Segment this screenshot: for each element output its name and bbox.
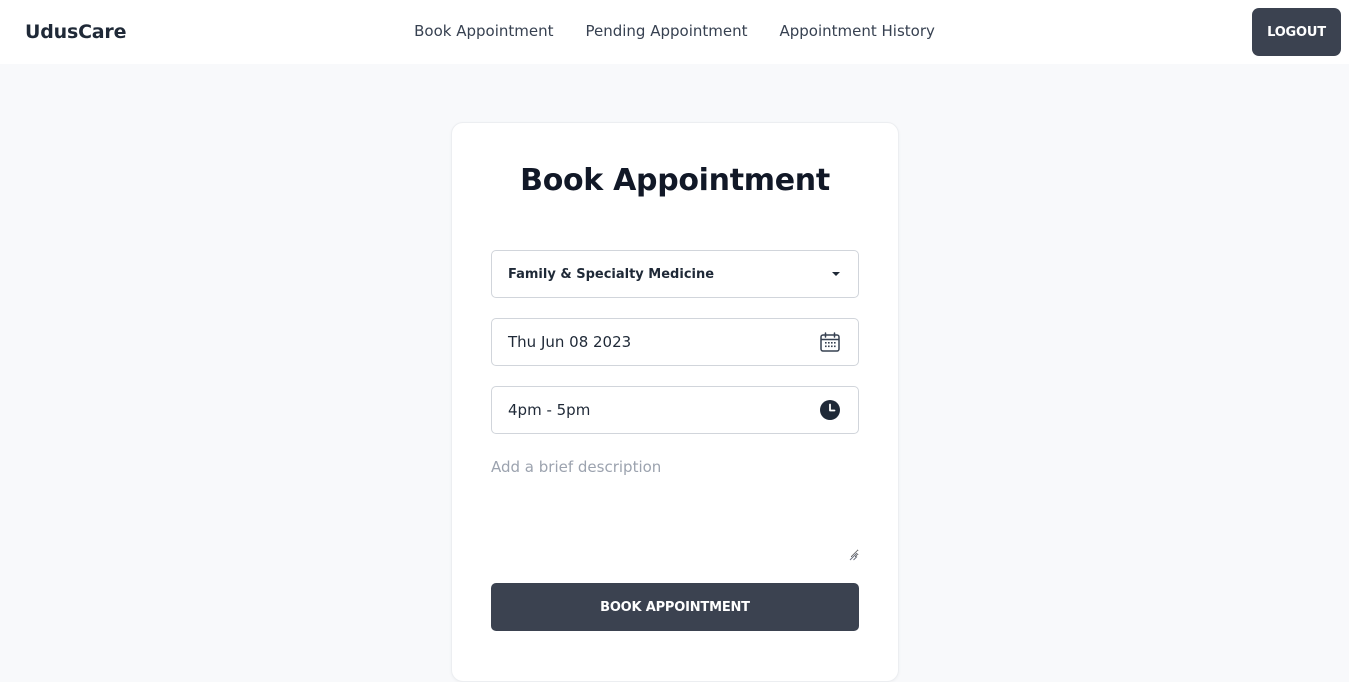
book-appointment-button[interactable]: BOOK APPOINTMENT: [491, 583, 859, 631]
calendar-icon[interactable]: [819, 331, 841, 353]
date-value: Thu Jun 08 2023: [508, 333, 632, 351]
date-input[interactable]: Thu Jun 08 2023: [491, 318, 859, 366]
logout-button[interactable]: LOGOUT: [1252, 8, 1341, 56]
nav-pending-appointment[interactable]: Pending Appointment: [585, 22, 747, 40]
nav-appointment-history[interactable]: Appointment History: [779, 22, 934, 40]
clock-icon[interactable]: [819, 399, 841, 421]
nav-book-appointment[interactable]: Book Appointment: [414, 22, 553, 40]
page-title: Book Appointment: [520, 163, 830, 198]
main-nav: Book Appointment Pending Appointment App…: [0, 22, 1349, 40]
top-navbar: UdusCare Book Appointment Pending Appoin…: [0, 0, 1349, 64]
description-textarea[interactable]: [491, 450, 859, 558]
book-appointment-card: Book Appointment Family & Specialty Medi…: [451, 122, 899, 682]
specialty-selected-value: Family & Specialty Medicine: [508, 266, 715, 282]
resize-handle-icon[interactable]: [848, 546, 858, 561]
caret-down-icon: [831, 271, 841, 277]
time-select[interactable]: 4pm - 5pm: [491, 386, 859, 434]
specialty-select[interactable]: Family & Specialty Medicine: [491, 250, 859, 298]
time-value: 4pm - 5pm: [508, 401, 591, 419]
